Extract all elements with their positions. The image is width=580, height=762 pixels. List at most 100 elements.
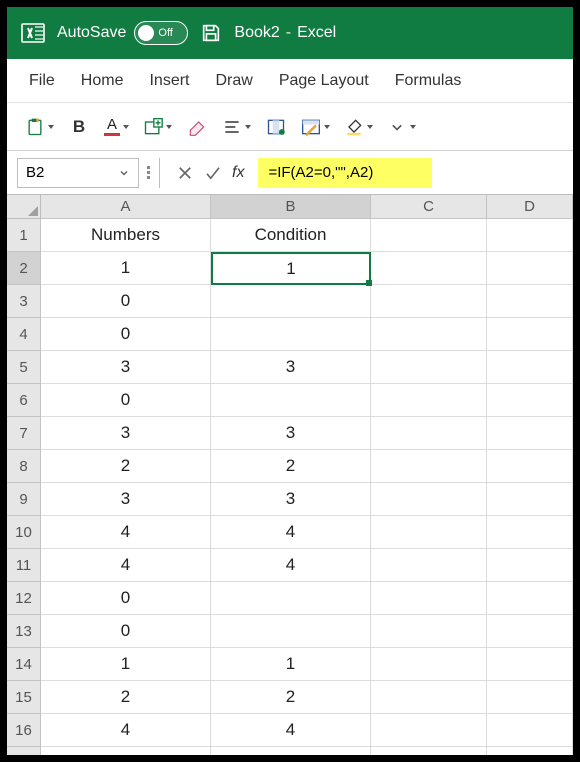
cell[interactable] (487, 549, 573, 582)
cell[interactable] (211, 747, 371, 755)
tab-insert[interactable]: Insert (149, 72, 189, 90)
cell[interactable] (371, 681, 487, 714)
row-header[interactable]: 10 (7, 516, 41, 549)
cell[interactable] (371, 285, 487, 318)
tab-formulas[interactable]: Formulas (395, 72, 462, 90)
cell[interactable] (371, 714, 487, 747)
save-icon[interactable] (200, 22, 222, 44)
autosave-control[interactable]: AutoSave Off (57, 21, 188, 45)
enter-icon[interactable] (204, 164, 222, 182)
col-header-c[interactable]: C (371, 195, 487, 219)
cell[interactable]: 3 (211, 417, 371, 450)
cell[interactable] (487, 615, 573, 648)
cell[interactable]: 2 (211, 450, 371, 483)
cell[interactable]: 1 (41, 252, 211, 285)
row-header[interactable]: 1 (7, 219, 41, 252)
cell[interactable] (487, 219, 573, 252)
cell[interactable] (371, 516, 487, 549)
tab-page-layout[interactable]: Page Layout (279, 72, 369, 90)
cell[interactable] (371, 582, 487, 615)
row-header[interactable]: 5 (7, 351, 41, 384)
row-header[interactable]: 9 (7, 483, 41, 516)
cell[interactable]: 4 (211, 549, 371, 582)
cell[interactable] (371, 615, 487, 648)
tab-home[interactable]: Home (81, 72, 124, 90)
cell[interactable]: 4 (41, 516, 211, 549)
formula-input[interactable]: =IF(A2=0,"",A2) (258, 158, 432, 188)
select-all-corner[interactable] (7, 195, 41, 219)
cell[interactable]: 3 (41, 351, 211, 384)
cell[interactable]: 4 (211, 714, 371, 747)
clear-formatting-button[interactable] (182, 112, 212, 142)
col-header-b[interactable]: B (211, 195, 371, 219)
cell[interactable] (371, 384, 487, 417)
number-format-button[interactable] (261, 112, 291, 142)
cell[interactable]: 0 (41, 582, 211, 615)
cell[interactable] (487, 417, 573, 450)
cell[interactable]: 2 (41, 450, 211, 483)
align-button[interactable] (218, 112, 255, 142)
cell[interactable] (487, 483, 573, 516)
cell[interactable] (487, 252, 573, 285)
conditional-formatting-button[interactable] (297, 112, 334, 142)
cell[interactable] (371, 351, 487, 384)
cell[interactable] (487, 747, 573, 755)
cell[interactable] (371, 318, 487, 351)
row-header[interactable]: 8 (7, 450, 41, 483)
bold-button[interactable]: B (64, 112, 94, 142)
cell[interactable]: Condition (211, 219, 371, 252)
row-header[interactable]: 12 (7, 582, 41, 615)
cell[interactable] (371, 450, 487, 483)
row-header[interactable]: 13 (7, 615, 41, 648)
cell[interactable] (487, 681, 573, 714)
row-header[interactable]: 11 (7, 549, 41, 582)
cell[interactable]: Numbers (41, 219, 211, 252)
cell[interactable] (487, 516, 573, 549)
cell[interactable] (487, 450, 573, 483)
row-header[interactable]: 6 (7, 384, 41, 417)
cell[interactable] (487, 714, 573, 747)
col-header-d[interactable]: D (487, 195, 573, 219)
row-header[interactable]: 15 (7, 681, 41, 714)
row-header[interactable]: 3 (7, 285, 41, 318)
cell[interactable] (211, 615, 371, 648)
cell[interactable] (487, 648, 573, 681)
cell[interactable]: 1 (211, 648, 371, 681)
cell[interactable] (487, 285, 573, 318)
cancel-icon[interactable] (176, 164, 194, 182)
cell[interactable]: 4 (211, 516, 371, 549)
fx-label[interactable]: fx (232, 164, 244, 182)
cell[interactable] (211, 285, 371, 318)
cell[interactable] (371, 219, 487, 252)
row-header[interactable]: 4 (7, 318, 41, 351)
tab-file[interactable]: File (29, 72, 55, 90)
cell[interactable]: 0 (41, 615, 211, 648)
cell[interactable]: 3 (41, 417, 211, 450)
autosave-toggle[interactable]: Off (134, 21, 188, 45)
cell[interactable] (487, 582, 573, 615)
cell[interactable]: 1 (41, 648, 211, 681)
cell[interactable] (487, 318, 573, 351)
cell[interactable]: 3 (211, 351, 371, 384)
row-header[interactable]: 14 (7, 648, 41, 681)
cell[interactable]: 3 (211, 483, 371, 516)
cell[interactable]: 0 (41, 318, 211, 351)
cell[interactable] (487, 384, 573, 417)
resize-handle-icon[interactable] (145, 166, 151, 179)
cell[interactable]: 2 (211, 681, 371, 714)
fill-color-button[interactable] (340, 112, 377, 142)
cell[interactable]: 4 (41, 549, 211, 582)
row-header[interactable]: 7 (7, 417, 41, 450)
cell[interactable]: 0 (41, 384, 211, 417)
tab-draw[interactable]: Draw (215, 72, 252, 90)
cell[interactable] (371, 648, 487, 681)
cell[interactable] (487, 351, 573, 384)
cell[interactable] (371, 747, 487, 755)
paste-button[interactable] (21, 112, 58, 142)
col-header-a[interactable]: A (41, 195, 211, 219)
cell[interactable] (371, 252, 487, 285)
cell[interactable] (211, 582, 371, 615)
cell[interactable] (211, 384, 371, 417)
cell[interactable]: 4 (41, 714, 211, 747)
cell[interactable]: 0 (41, 285, 211, 318)
